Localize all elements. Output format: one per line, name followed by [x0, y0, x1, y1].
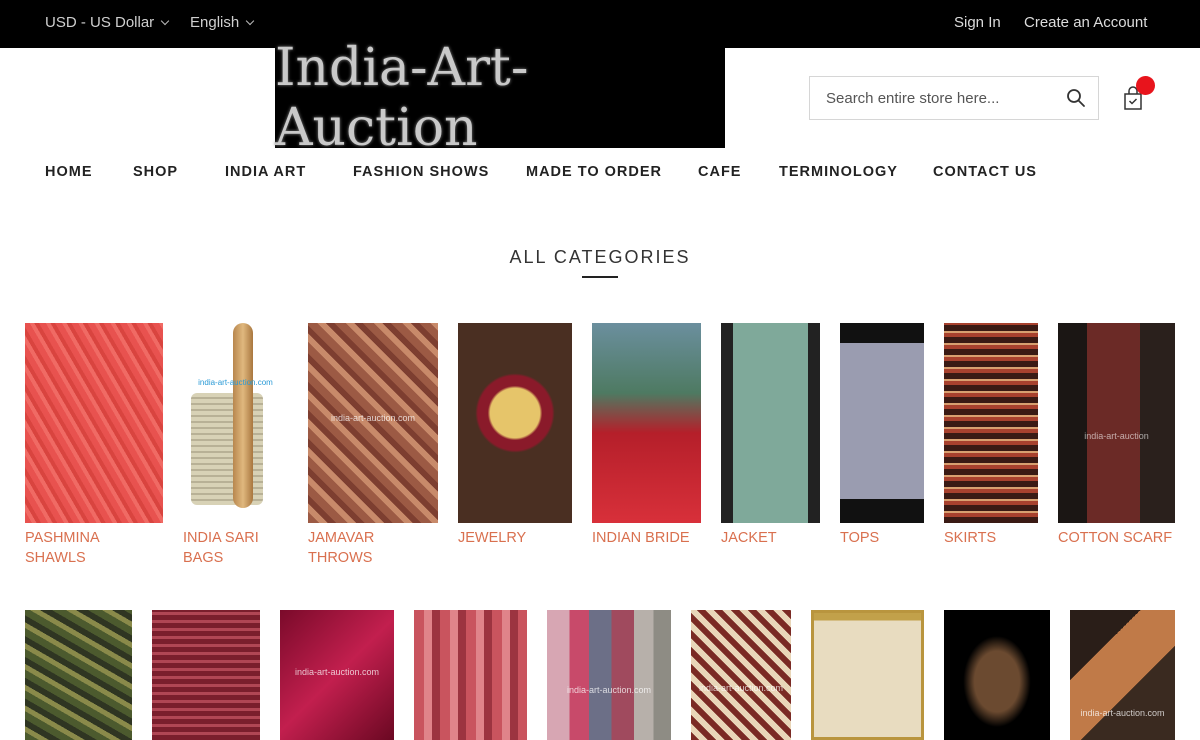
title-underline	[582, 276, 618, 278]
nav-home[interactable]: HOME	[45, 164, 93, 180]
category-image[interactable]: india-art-auction.com	[308, 323, 438, 523]
currency-switcher[interactable]: USD - US Dollar	[45, 14, 170, 31]
chevron-down-icon	[245, 16, 255, 25]
nav-terminology[interactable]: TERMINOLOGY	[779, 164, 898, 180]
nav-shop[interactable]: SHOP	[133, 164, 178, 180]
nav-fashion-shows[interactable]: FASHION SHOWS	[353, 164, 489, 180]
watermark: india-art-auction.com	[698, 682, 784, 693]
category-label[interactable]: COTTON SCARF	[1058, 528, 1172, 548]
cart-count-badge	[1136, 76, 1155, 95]
category-label[interactable]: JACKET	[721, 528, 777, 548]
category-image[interactable]	[840, 323, 924, 523]
nav-india-art[interactable]: INDIA ART	[225, 164, 306, 180]
logo-text: India-Art-Auction	[275, 38, 529, 158]
category-image[interactable]	[414, 610, 527, 740]
nav-made-to-order[interactable]: MADE TO ORDER	[526, 164, 662, 180]
currency-label: USD - US Dollar	[45, 14, 155, 31]
category-label[interactable]: INDIA SARI BAGS	[183, 528, 259, 568]
category-image[interactable]: india-art-auction.com	[547, 610, 671, 740]
watermark: india-art-auction.com	[330, 413, 416, 423]
search-input[interactable]	[810, 77, 1060, 119]
watermark: india-art-auction	[1084, 431, 1149, 441]
page-title: ALL CATEGORIES	[509, 247, 691, 267]
watermark: india-art-auction.com	[1080, 707, 1165, 718]
sign-in-link[interactable]: Sign In	[954, 14, 1001, 31]
category-label[interactable]: TOPS	[840, 528, 879, 548]
create-account-link[interactable]: Create an Account	[1024, 14, 1147, 31]
category-image[interactable]: india-art-auction.com	[280, 610, 394, 740]
category-label[interactable]: PASHMINA SHAWLS	[25, 528, 100, 568]
category-label[interactable]: JAMAVAR THROWS	[308, 528, 374, 568]
language-label: English	[190, 14, 240, 31]
watermark: india-art-auction.com	[566, 685, 652, 696]
search-icon[interactable]	[1066, 88, 1086, 108]
category-image[interactable]: india-art-auction.com	[1070, 610, 1175, 740]
site-logo[interactable]: India-Art-Auction	[275, 38, 725, 158]
chevron-down-icon	[160, 16, 170, 25]
nav-cafe[interactable]: CAFE	[698, 164, 741, 180]
category-label[interactable]: JEWELRY	[458, 528, 526, 548]
category-image[interactable]: india-art-auction	[1058, 323, 1175, 523]
category-image[interactable]	[721, 323, 820, 523]
category-image[interactable]	[25, 610, 132, 740]
category-image[interactable]	[152, 610, 260, 740]
nav-contact-us[interactable]: CONTACT US	[933, 164, 1037, 180]
category-image[interactable]	[944, 323, 1038, 523]
search-box	[809, 76, 1099, 120]
language-switcher[interactable]: English	[190, 14, 255, 31]
watermark: india-art-auction.com	[294, 667, 380, 678]
category-image[interactable]	[25, 323, 163, 523]
watermark: india-art-auction.com	[198, 378, 273, 387]
mini-cart[interactable]	[1120, 76, 1155, 114]
category-image[interactable]: india-art-auction.com	[691, 610, 791, 740]
category-label[interactable]: SKIRTS	[944, 528, 996, 548]
category-image[interactable]	[811, 610, 924, 740]
category-label[interactable]: INDIAN BRIDE	[592, 528, 690, 548]
category-image[interactable]	[458, 323, 572, 523]
category-image[interactable]	[944, 610, 1050, 740]
category-image[interactable]: india-art-auction.com	[183, 323, 288, 523]
main-navigation: HOME SHOP INDIA ART FASHION SHOWS MADE T…	[0, 164, 1200, 184]
category-image[interactable]	[592, 323, 701, 523]
